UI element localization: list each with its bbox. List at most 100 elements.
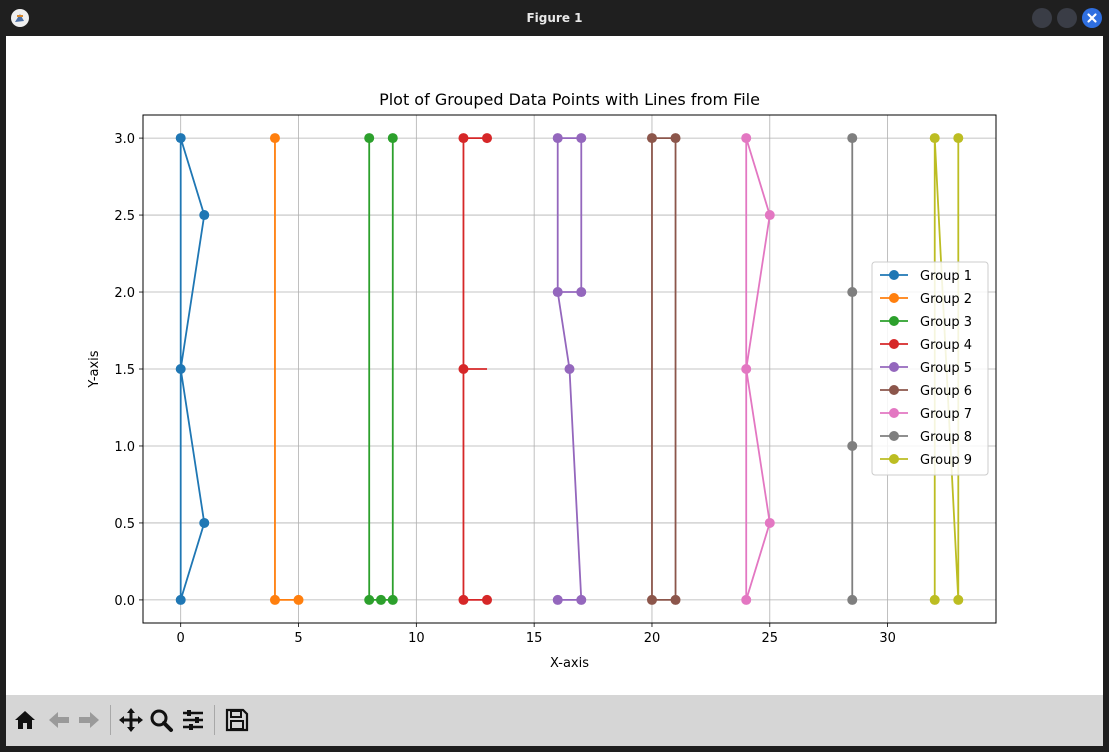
legend-marker bbox=[889, 454, 899, 464]
data-point bbox=[552, 594, 563, 605]
legend-marker bbox=[889, 408, 899, 418]
data-point bbox=[847, 287, 858, 298]
x-tick-label: 20 bbox=[644, 631, 661, 646]
legend-marker bbox=[889, 362, 899, 372]
legend-label: Group 7 bbox=[920, 407, 972, 422]
x-tick-label: 30 bbox=[879, 631, 896, 646]
y-tick-label: 0.0 bbox=[114, 594, 135, 609]
data-point bbox=[387, 594, 398, 605]
data-point bbox=[482, 594, 493, 605]
legend-label: Group 2 bbox=[920, 292, 972, 307]
minimize-button[interactable] bbox=[1032, 8, 1052, 28]
configure-subplots-button[interactable] bbox=[178, 705, 208, 735]
zoom-button[interactable] bbox=[146, 705, 176, 735]
pan-icon bbox=[119, 708, 143, 732]
data-point bbox=[458, 133, 469, 144]
data-point bbox=[953, 594, 964, 605]
y-tick-label: 0.5 bbox=[114, 517, 135, 532]
ticks: 0 5 10 15 20 25 30 0.0 0.5 1.0 1.5 2.0 2.5 3.0 bbox=[114, 132, 896, 646]
chart-title: Plot of Grouped Data Points with Lines f… bbox=[379, 90, 760, 109]
save-icon bbox=[225, 708, 249, 732]
x-tick-label: 10 bbox=[408, 631, 425, 646]
data-point bbox=[552, 133, 563, 144]
window-border bbox=[1103, 36, 1109, 752]
legend-marker bbox=[889, 385, 899, 395]
data-point bbox=[375, 594, 386, 605]
x-tick-label: 5 bbox=[294, 631, 302, 646]
window-border bbox=[0, 36, 6, 752]
legend-marker bbox=[889, 293, 899, 303]
data-point bbox=[764, 210, 775, 221]
data-point bbox=[387, 133, 398, 144]
data-point bbox=[576, 594, 587, 605]
back-icon bbox=[49, 712, 69, 728]
data-point bbox=[364, 133, 375, 144]
legend-marker bbox=[889, 316, 899, 326]
data-point bbox=[764, 517, 775, 528]
y-tick-label: 2.5 bbox=[114, 209, 135, 224]
forward-icon bbox=[79, 712, 99, 728]
x-tick-label: 15 bbox=[526, 631, 543, 646]
data-point bbox=[175, 594, 186, 605]
data-point bbox=[847, 594, 858, 605]
data-point bbox=[741, 364, 752, 374]
home-icon bbox=[15, 711, 35, 729]
toolbar bbox=[6, 695, 1103, 746]
data-point bbox=[670, 133, 681, 144]
legend-label: Group 3 bbox=[920, 315, 972, 330]
data-point bbox=[847, 440, 858, 451]
legend-label: Group 5 bbox=[920, 361, 972, 376]
data-point bbox=[199, 210, 210, 221]
back-button[interactable] bbox=[44, 705, 74, 735]
data-point bbox=[458, 594, 469, 605]
legend-label: Group 9 bbox=[920, 453, 972, 468]
home-button[interactable] bbox=[10, 705, 40, 735]
forward-button[interactable] bbox=[74, 705, 104, 735]
data-point bbox=[552, 287, 563, 298]
x-tick-label: 0 bbox=[177, 631, 185, 646]
data-point bbox=[576, 133, 587, 144]
data-point bbox=[576, 287, 587, 298]
legend-label: Group 4 bbox=[920, 338, 972, 353]
data-point bbox=[175, 364, 186, 374]
legend-marker bbox=[889, 431, 899, 441]
data-point bbox=[741, 133, 752, 144]
data-point bbox=[293, 594, 304, 605]
data-point bbox=[670, 594, 681, 605]
y-tick-label: 2.0 bbox=[114, 286, 135, 301]
data-point bbox=[646, 133, 657, 144]
maximize-button[interactable] bbox=[1057, 8, 1077, 28]
figure-window: Figure 1 0 5 10 15 20 25 30 0.0 0.5 1.0 1.5 2.0 2.5 3… bbox=[0, 0, 1109, 752]
data-point bbox=[929, 133, 940, 144]
data-point bbox=[458, 364, 469, 374]
data-point bbox=[269, 594, 280, 605]
chart: 0 5 10 15 20 25 30 0.0 0.5 1.0 1.5 2.0 2.5 3.0 Plot o… bbox=[87, 90, 997, 671]
data-point bbox=[175, 133, 186, 144]
data-point bbox=[199, 517, 210, 528]
data-point bbox=[741, 594, 752, 605]
title-bar: Figure 1 bbox=[0, 0, 1109, 36]
data-point bbox=[482, 133, 493, 144]
window-border bbox=[0, 746, 1109, 752]
legend-marker bbox=[889, 270, 899, 280]
toolbar-separator bbox=[214, 705, 215, 735]
configure-subplots-icon bbox=[183, 710, 203, 730]
data-point bbox=[364, 594, 375, 605]
legend-marker bbox=[889, 339, 899, 349]
x-axis-label: X-axis bbox=[550, 656, 589, 671]
data-point bbox=[929, 594, 940, 605]
close-button[interactable] bbox=[1082, 8, 1102, 28]
y-axis-label: Y-axis bbox=[87, 350, 102, 388]
data-point bbox=[646, 594, 657, 605]
y-tick-label: 1.5 bbox=[114, 363, 135, 378]
data-point bbox=[847, 133, 858, 144]
save-button[interactable] bbox=[222, 705, 252, 735]
figure-canvas: 0 5 10 15 20 25 30 0.0 0.5 1.0 1.5 2.0 2.5 3.0 Plot o… bbox=[6, 36, 1103, 695]
legend-label: Group 1 bbox=[920, 269, 972, 284]
y-tick-label: 3.0 bbox=[114, 132, 135, 147]
zoom-icon bbox=[150, 709, 173, 732]
close-icon bbox=[1087, 13, 1097, 23]
legend-label: Group 6 bbox=[920, 384, 972, 399]
pan-button[interactable] bbox=[116, 705, 146, 735]
legend: Group 1 Group 2 Group 3 Group 4 Group 5 Group… bbox=[871, 261, 989, 476]
